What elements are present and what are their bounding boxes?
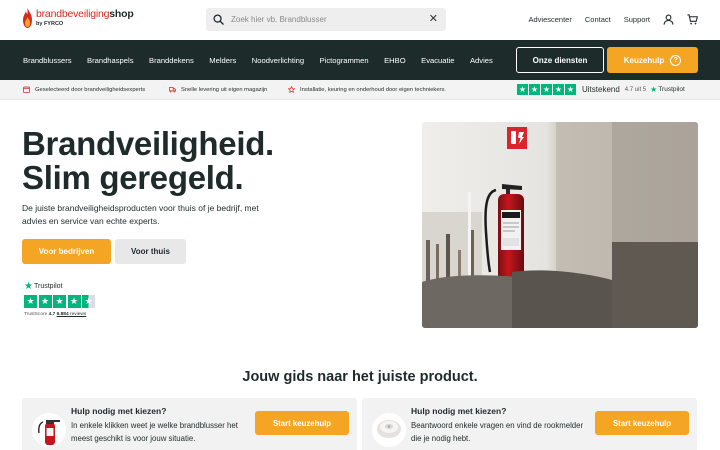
logo-subtitle: by FYRCO	[36, 20, 64, 27]
hero-image-fire-extinguisher	[422, 122, 698, 328]
half-star-icon: ★	[82, 295, 95, 308]
trustpilot-strip-score: 4.7 uit 5	[624, 86, 647, 93]
guide-section-title: Jouw gids naar het juiste product.	[242, 369, 478, 385]
star-icon: ★	[553, 84, 564, 95]
nav-item-evacuatie[interactable]: Evacuatie	[421, 56, 454, 65]
star-icon: ★	[38, 295, 52, 308]
logo-text-part2: shop	[109, 8, 134, 20]
star-icon: ★	[565, 84, 576, 95]
nav-item-pictogrammen[interactable]: Pictogrammen	[320, 56, 369, 65]
trustpilot-widget[interactable]: ★ Trustpilot ★ ★ ★ ★ ★ TrustScore 4.7 6.8…	[24, 281, 97, 317]
start-keuzehulp-smoke-detector-button[interactable]: Start keuzehulp	[595, 411, 689, 435]
trustpilot-widget-score: TrustScore 4.7 6.884 reviews	[24, 312, 97, 317]
trustpilot-strip-label: Uitstekend	[582, 85, 620, 94]
home-button[interactable]: Voor thuis	[115, 239, 186, 264]
site-logo[interactable]: brandbeveiligingshop by FYRCO	[22, 8, 134, 28]
usp-text-experts: Geselecteerd door brandveiligheidsexpert…	[35, 86, 146, 93]
star-icon: ★	[529, 84, 540, 95]
hero-title: Brandveiligheid. Slim geregeld.	[22, 127, 274, 195]
guide-card-extinguisher: Hulp nodig met kiezen? In enkele klikken…	[22, 398, 357, 450]
trustpilot-strip-brand-text: Trustpilot	[658, 86, 685, 93]
calendar-check-icon	[23, 86, 30, 93]
trustpilot-star-icon: ★	[650, 85, 658, 94]
trustscore-label: TrustScore	[24, 312, 48, 317]
star-icon: ★	[53, 295, 66, 308]
nav-item-ehbo[interactable]: EHBO	[384, 56, 406, 65]
star-outline-icon	[288, 86, 295, 93]
star-icon: ★	[517, 84, 528, 95]
star-icon: ★	[24, 295, 37, 308]
delivery-truck-icon	[169, 87, 176, 93]
cart-icon[interactable]	[687, 14, 698, 25]
hero-title-line1: Brandveiligheid.	[22, 125, 274, 162]
nav-item-noodverlichting[interactable]: Noodverlichting	[252, 56, 304, 65]
top-links: Adviescenter Contact Support	[516, 14, 699, 25]
trustpilot-widget-stars: ★ ★ ★ ★ ★	[24, 295, 97, 308]
logo-text-part1: brandbeveiliging	[36, 8, 110, 20]
star-icon: ★	[67, 295, 81, 308]
trustpilot-strip[interactable]: ★ ★ ★ ★ ★ Uitstekend 4.7 uit 5 ★ Trustpil…	[517, 84, 685, 95]
reviews-link[interactable]: 6.884 reviews	[57, 312, 87, 317]
guide-card-text: In enkele klikken weet je welke brandblu…	[71, 421, 238, 443]
usp-item-delivery: Snelle levering uit eigen magazijn	[169, 86, 267, 93]
business-button[interactable]: Voor bedrijven	[22, 239, 111, 264]
reviews-count: 6.884	[56, 312, 69, 317]
trustpilot-widget-brand-text: Trustpilot	[33, 283, 63, 290]
nav-item-melders[interactable]: Melders	[209, 56, 236, 65]
guide-card-text: Beantwoord enkele vragen en vind de rook…	[411, 421, 584, 443]
usp-text-delivery: Snelle levering uit eigen magazijn	[181, 86, 268, 93]
guide-card-title: Hulp nodig met kiezen?	[71, 406, 167, 416]
start-keuzehulp-extinguisher-button[interactable]: Start keuzehulp	[255, 411, 349, 435]
fire-extinguisher-icon	[32, 413, 66, 447]
nav-item-branddekens[interactable]: Branddekens	[149, 56, 194, 65]
hero-title-line2: Slim geregeld.	[22, 159, 244, 196]
star-icon: ★	[541, 84, 552, 95]
nav-item-brandblussers[interactable]: Brandblussers	[23, 56, 72, 65]
link-support[interactable]: Support	[624, 15, 650, 24]
search-input[interactable]	[231, 15, 421, 24]
search-bar: ✕	[206, 8, 446, 31]
clear-search-icon[interactable]: ✕	[429, 13, 438, 25]
trustpilot-widget-brand: ★ Trustpilot	[24, 281, 97, 292]
link-adviescenter[interactable]: Adviescenter	[529, 15, 572, 24]
reviews-label: reviews	[70, 312, 87, 317]
trustpilot-star-icon: ★	[24, 281, 33, 292]
usp-item-experts: Geselecteerd door brandveiligheidsexpert…	[23, 86, 145, 93]
trustpilot-strip-brand: ★ Trustpilot	[650, 85, 685, 94]
search-icon[interactable]	[213, 14, 224, 25]
smoke-detector-icon	[372, 413, 406, 447]
hero-photo-illustration	[422, 122, 698, 328]
top-header: brandbeveiligingshop by FYRCO ✕ Adviesce…	[0, 0, 720, 40]
usp-text-installation: Installatie, keuring en onderhoud door e…	[300, 86, 446, 93]
trustscore-value: 4.7	[48, 312, 56, 317]
nav-item-brandhaspels[interactable]: Brandhaspels	[87, 56, 133, 65]
keuzehulp-nav-button[interactable]: Keuzehulp ?	[607, 47, 698, 73]
nav-item-advies[interactable]: Advies	[470, 56, 493, 65]
question-mark-icon: ?	[670, 54, 682, 66]
services-button[interactable]: Onze diensten	[516, 47, 604, 73]
flame-logo-icon	[23, 8, 32, 28]
trustpilot-strip-stars: ★ ★ ★ ★ ★	[517, 84, 577, 95]
usp-item-installation: Installatie, keuring en onderhoud door e…	[288, 86, 446, 93]
account-icon[interactable]	[663, 14, 674, 25]
keuzehulp-nav-label: Keuzehulp	[623, 55, 665, 65]
hero-subtitle: De juiste brandveiligheidsproducten voor…	[22, 203, 259, 226]
guide-card-title: Hulp nodig met kiezen?	[411, 406, 507, 416]
link-contact[interactable]: Contact	[585, 15, 611, 24]
guide-card-smoke-detector: Hulp nodig met kiezen? Beantwoord enkele…	[362, 398, 697, 450]
